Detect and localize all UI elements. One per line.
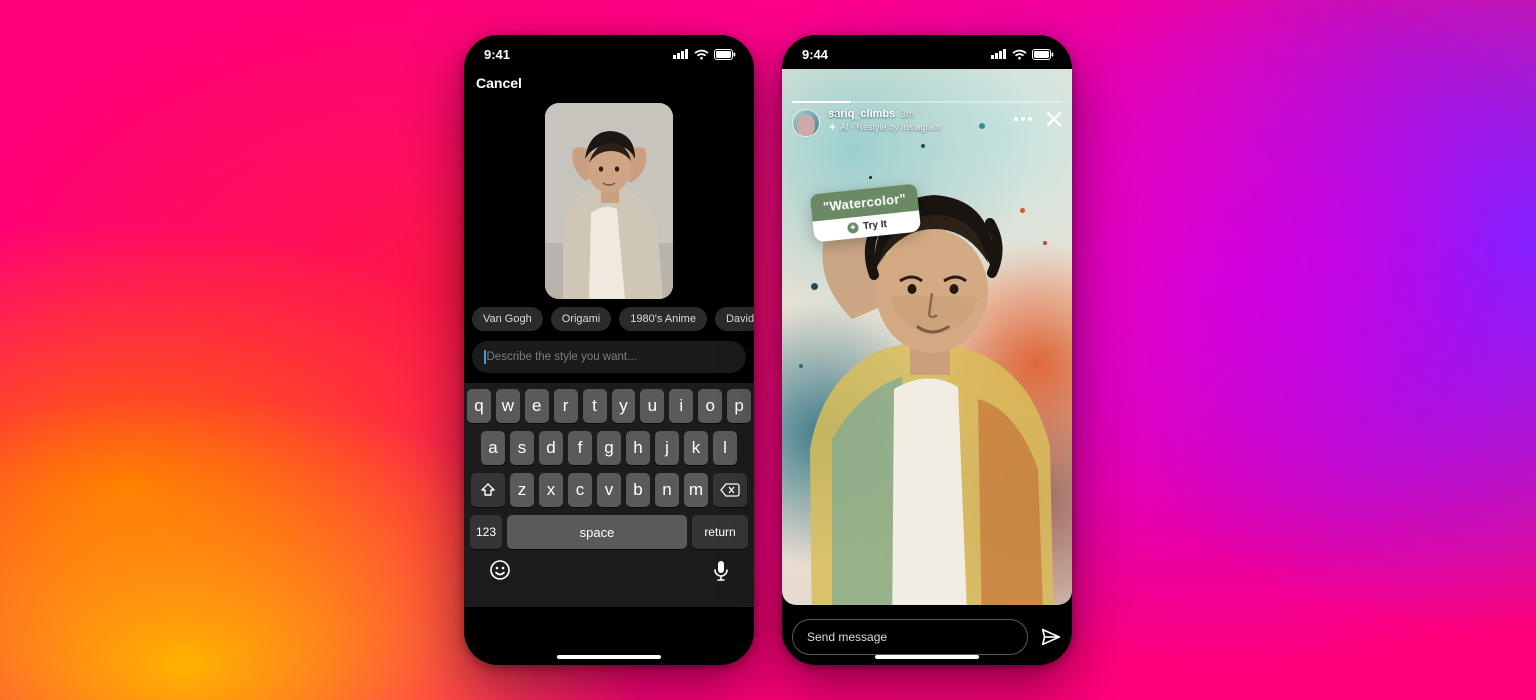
shift-icon: [480, 482, 496, 498]
key-v[interactable]: v: [597, 473, 621, 507]
key-q[interactable]: q: [467, 389, 491, 423]
status-icons: [991, 49, 1054, 60]
avatar[interactable]: [792, 109, 820, 137]
dictation-button[interactable]: [713, 560, 729, 587]
key-backspace[interactable]: [713, 473, 747, 507]
key-l[interactable]: l: [713, 431, 737, 465]
style-chip[interactable]: Origami: [551, 307, 612, 331]
key-z[interactable]: z: [510, 473, 534, 507]
key-d[interactable]: d: [539, 431, 563, 465]
key-o[interactable]: o: [698, 389, 722, 423]
key-g[interactable]: g: [597, 431, 621, 465]
cancel-button[interactable]: Cancel: [476, 75, 522, 91]
key-p[interactable]: p: [727, 389, 751, 423]
keyboard: q w e r t y u i o p a s d f g h j k l z: [464, 383, 754, 607]
key-n[interactable]: n: [655, 473, 679, 507]
status-icons: [673, 49, 736, 60]
key-e[interactable]: e: [525, 389, 549, 423]
key-w[interactable]: w: [496, 389, 520, 423]
image-preview: [545, 103, 673, 299]
phone-story-viewer: 9:44: [782, 35, 1072, 665]
key-b[interactable]: b: [626, 473, 650, 507]
home-indicator: [557, 655, 661, 659]
wifi-icon: [694, 49, 709, 60]
status-time: 9:41: [484, 47, 510, 62]
story-view[interactable]: sariq_climbs 3m AI · Restyle by Instagra…: [782, 69, 1072, 665]
wifi-icon: [1012, 49, 1027, 60]
story-username[interactable]: sariq_climbs: [828, 108, 895, 122]
mic-icon: [713, 560, 729, 582]
story-image: [782, 69, 1072, 605]
key-u[interactable]: u: [640, 389, 664, 423]
key-return[interactable]: return: [692, 515, 748, 549]
key-s[interactable]: s: [510, 431, 534, 465]
send-message-input[interactable]: Send message: [792, 619, 1028, 655]
key-m[interactable]: m: [684, 473, 708, 507]
style-prompt-input[interactable]: Describe the style you want...: [472, 341, 746, 373]
phone-restyle-editor: 9:41 Cancel: [464, 35, 754, 665]
sticker-cta-label: Try It: [863, 219, 888, 232]
more-icon[interactable]: [1014, 117, 1032, 121]
emoji-button[interactable]: [489, 559, 511, 587]
style-chip[interactable]: Van Gogh: [472, 307, 543, 331]
key-123[interactable]: 123: [470, 515, 502, 549]
key-r[interactable]: r: [554, 389, 578, 423]
style-prompt-placeholder: Describe the style you want...: [487, 351, 637, 363]
close-icon[interactable]: [1046, 111, 1062, 127]
text-caret: [484, 350, 486, 364]
story-age: 3m: [900, 109, 914, 122]
sparkle-icon: [828, 123, 837, 132]
sparkle-icon: [847, 222, 859, 234]
style-chips: Van Gogh Origami 1980's Anime David Ho: [464, 307, 754, 331]
status-bar: 9:44: [782, 35, 1072, 69]
key-c[interactable]: c: [568, 473, 592, 507]
battery-icon: [714, 49, 736, 60]
key-j[interactable]: j: [655, 431, 679, 465]
style-chip[interactable]: 1980's Anime: [619, 307, 707, 331]
emoji-icon: [489, 559, 511, 581]
story-progress: [792, 101, 1062, 103]
status-time: 9:44: [802, 47, 828, 62]
send-message-placeholder: Send message: [807, 630, 887, 644]
home-indicator: [875, 655, 979, 659]
key-i[interactable]: i: [669, 389, 693, 423]
key-h[interactable]: h: [626, 431, 650, 465]
key-space[interactable]: space: [507, 515, 687, 549]
key-shift[interactable]: [471, 473, 505, 507]
share-icon[interactable]: [1040, 626, 1062, 648]
style-chip[interactable]: David Ho: [715, 307, 754, 331]
cellular-icon: [991, 49, 1007, 59]
battery-icon: [1032, 49, 1054, 60]
story-ai-label: AI · Restyle by Instagram: [840, 122, 941, 133]
key-k[interactable]: k: [684, 431, 708, 465]
key-a[interactable]: a: [481, 431, 505, 465]
key-x[interactable]: x: [539, 473, 563, 507]
key-f[interactable]: f: [568, 431, 592, 465]
key-t[interactable]: t: [583, 389, 607, 423]
key-y[interactable]: y: [612, 389, 636, 423]
status-bar: 9:41: [464, 35, 754, 69]
cellular-icon: [673, 49, 689, 59]
story-header-text: sariq_climbs 3m AI · Restyle by Instagra…: [828, 108, 1006, 133]
backspace-icon: [720, 483, 740, 497]
